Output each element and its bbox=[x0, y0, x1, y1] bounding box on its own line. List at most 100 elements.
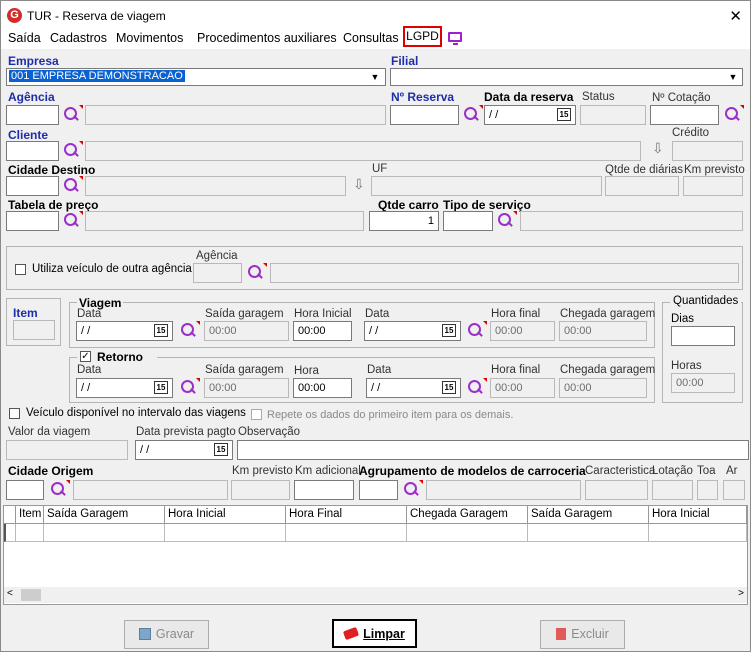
tipo-servico-name-field bbox=[520, 211, 743, 231]
grid-cell[interactable] bbox=[407, 524, 528, 542]
nreserva-input[interactable] bbox=[390, 105, 459, 125]
grid-col-hora-inicial[interactable]: Hora Inicial bbox=[165, 506, 286, 524]
tipo-servico-input[interactable] bbox=[443, 211, 493, 231]
grid-col-hora-final[interactable]: Hora Final bbox=[286, 506, 407, 524]
grid-cell[interactable] bbox=[16, 524, 44, 542]
calendar-icon[interactable]: 15 bbox=[154, 324, 168, 337]
horizontal-scrollbar[interactable]: < > bbox=[4, 587, 747, 603]
retorno-chegada-input: 00:00 bbox=[559, 378, 647, 398]
km-previsto2-field bbox=[231, 480, 290, 500]
qtde-carro-input[interactable]: 1 bbox=[369, 211, 439, 231]
grid-col-item[interactable]: Item bbox=[16, 506, 44, 524]
down-arrow-icon[interactable]: ⇩ bbox=[652, 140, 664, 157]
search-icon[interactable] bbox=[497, 211, 517, 230]
search-icon[interactable] bbox=[63, 211, 83, 230]
item-field bbox=[13, 320, 55, 340]
search-icon[interactable] bbox=[403, 480, 423, 499]
grid-cell[interactable] bbox=[286, 524, 407, 542]
km-adicional-input[interactable] bbox=[294, 480, 354, 500]
search-icon[interactable] bbox=[63, 176, 83, 195]
valor-viagem-label: Valor da viagem bbox=[8, 426, 91, 438]
grid-col-saida-garagem[interactable]: Saída Garagem bbox=[44, 506, 165, 524]
dias-input[interactable] bbox=[671, 326, 735, 346]
monitor-icon[interactable] bbox=[448, 32, 462, 45]
observacao-input[interactable] bbox=[237, 440, 749, 460]
grid-col-saida-garagem-2[interactable]: Saída Garagem bbox=[528, 506, 649, 524]
toa-label: Toa bbox=[697, 465, 716, 477]
horas-field: 00:00 bbox=[671, 373, 735, 393]
agencia-label: Agência bbox=[8, 90, 55, 104]
quantidades-label: Quantidades bbox=[670, 295, 742, 307]
retorno-checkbox[interactable]: ✓ bbox=[80, 351, 91, 362]
agencia-code-input[interactable] bbox=[6, 105, 59, 125]
limpar-label: Limpar bbox=[363, 627, 405, 641]
scroll-right-icon[interactable]: > bbox=[738, 588, 744, 599]
limpar-button[interactable]: Limpar bbox=[332, 619, 417, 648]
veiculo-disponivel-checkbox[interactable] bbox=[9, 408, 20, 419]
agrupamento-input[interactable] bbox=[359, 480, 398, 500]
menu-cadastros[interactable]: Cadastros bbox=[50, 31, 107, 45]
menu-lgpd[interactable]: LGPD bbox=[403, 26, 442, 47]
menu-consultas[interactable]: Consultas bbox=[343, 31, 399, 45]
menu-movimentos[interactable]: Movimentos bbox=[116, 31, 183, 45]
valor-viagem-field bbox=[6, 440, 128, 460]
lotacao-label: Lotação bbox=[652, 465, 693, 477]
search-icon[interactable] bbox=[247, 263, 267, 282]
calendar-icon[interactable]: 15 bbox=[154, 381, 168, 394]
veiculo-disponivel-label: Veículo disponível no intervalo das viag… bbox=[26, 407, 246, 419]
search-icon[interactable] bbox=[180, 378, 200, 397]
retorno-hora-input[interactable]: 00:00 bbox=[293, 378, 352, 398]
search-icon[interactable] bbox=[63, 141, 83, 160]
search-icon[interactable] bbox=[63, 105, 83, 124]
grid-col-hora-inicial-2[interactable]: Hora Inicial bbox=[649, 506, 747, 524]
lotacao-field bbox=[652, 480, 693, 500]
search-icon[interactable] bbox=[180, 321, 200, 340]
search-icon[interactable] bbox=[50, 480, 70, 499]
gravar-button[interactable]: Gravar bbox=[124, 620, 209, 649]
cliente-code-input[interactable] bbox=[6, 141, 59, 161]
close-icon[interactable]: ✕ bbox=[729, 7, 742, 25]
viagem-chegada-input: 00:00 bbox=[559, 321, 647, 341]
viagem-saida-input: 00:00 bbox=[204, 321, 289, 341]
search-icon[interactable] bbox=[467, 378, 487, 397]
toa-field bbox=[697, 480, 718, 500]
calendar-icon[interactable]: 15 bbox=[442, 381, 456, 394]
search-icon[interactable] bbox=[463, 105, 483, 124]
viagem-hora-final-input: 00:00 bbox=[490, 321, 555, 341]
menu-saida[interactable]: Saída bbox=[8, 31, 41, 45]
viagem-hora-inicial-input[interactable]: 00:00 bbox=[293, 321, 352, 341]
calendar-icon[interactable]: 15 bbox=[557, 108, 571, 121]
cidade-origem-input[interactable] bbox=[6, 480, 44, 500]
scroll-thumb[interactable] bbox=[21, 589, 41, 601]
title-bar: G TUR - Reserva de viagem ✕ bbox=[1, 1, 750, 31]
grid-col-chegada-garagem[interactable]: Chegada Garagem bbox=[407, 506, 528, 524]
search-icon[interactable] bbox=[467, 321, 487, 340]
down-arrow-icon[interactable]: ⇩ bbox=[353, 176, 365, 193]
tabela-preco-input[interactable] bbox=[6, 211, 59, 231]
search-icon[interactable] bbox=[724, 105, 744, 124]
grid-cell[interactable] bbox=[165, 524, 286, 542]
viagem-chegada-label: Chegada garagem bbox=[560, 308, 656, 320]
caracteristica-label: Caracteristica bbox=[585, 465, 656, 477]
excluir-button[interactable]: Excluir bbox=[540, 620, 625, 649]
filial-select[interactable] bbox=[390, 68, 743, 86]
table-row[interactable] bbox=[4, 524, 16, 542]
retorno-hora-label: Hora bbox=[294, 365, 319, 377]
empresa-select[interactable]: 001 EMPRESA DEMONSTRACAO bbox=[6, 68, 386, 86]
calendar-icon[interactable]: 15 bbox=[214, 443, 228, 456]
chevron-down-icon[interactable]: ▼ bbox=[726, 69, 740, 85]
cidade-destino-input[interactable] bbox=[6, 176, 59, 196]
grid-cell[interactable] bbox=[528, 524, 649, 542]
menu-procedimentos[interactable]: Procedimentos auxiliares bbox=[197, 31, 337, 45]
grid-cell[interactable] bbox=[44, 524, 165, 542]
scroll-left-icon[interactable]: < bbox=[7, 588, 13, 599]
grid-cell[interactable] bbox=[649, 524, 747, 542]
nreserva-label: Nº Reserva bbox=[391, 90, 455, 104]
utiliza-veiculo-checkbox[interactable] bbox=[15, 264, 26, 275]
ncotacao-input[interactable] bbox=[650, 105, 719, 125]
observacao-label: Observação bbox=[238, 426, 301, 438]
calendar-icon[interactable]: 15 bbox=[442, 324, 456, 337]
viagem-saida-label: Saída garagem bbox=[205, 308, 284, 320]
chevron-down-icon[interactable]: ▼ bbox=[368, 69, 382, 85]
trash-icon bbox=[556, 628, 567, 640]
